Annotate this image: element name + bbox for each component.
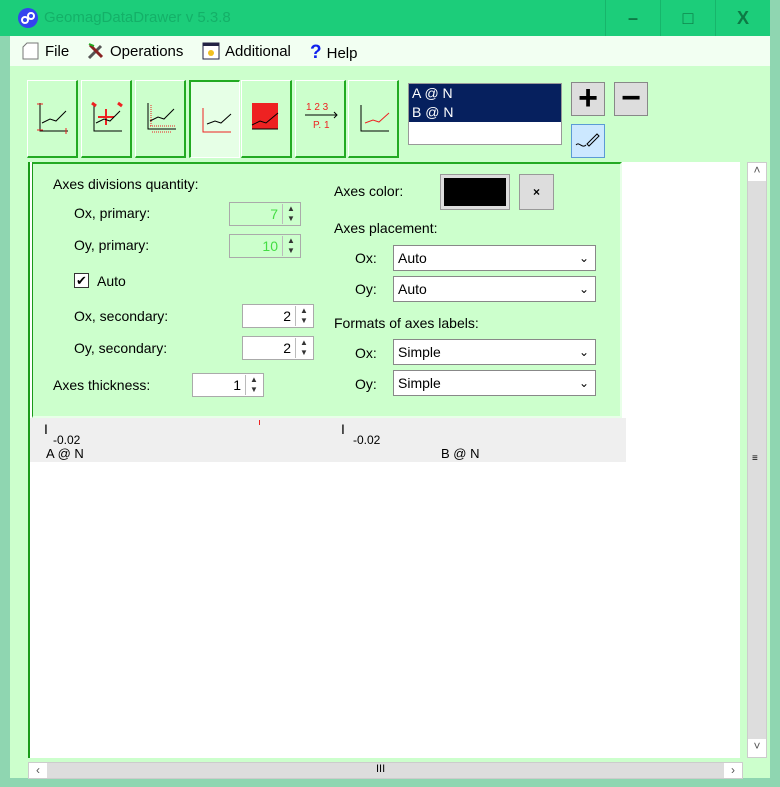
add-series-button[interactable]: + [571, 81, 605, 116]
series-item[interactable]: A @ N [409, 84, 561, 103]
auto-checkbox[interactable]: ✔ [74, 273, 89, 288]
menu-additional[interactable]: Additional [202, 42, 291, 60]
axes-color-button[interactable] [440, 174, 510, 210]
format-ox-label: Ox: [355, 345, 377, 361]
red-tick-mark [259, 420, 260, 425]
chevron-down-icon: ⌄ [578, 251, 589, 265]
format-oy-label: Oy: [355, 376, 377, 392]
series-list[interactable]: A @ N B @ N [408, 83, 562, 145]
menu-help[interactable]: ? Help [310, 42, 357, 64]
spin-arrows-icon[interactable]: ▲ ▼ [245, 375, 262, 395]
thickness-label: Axes thickness: [53, 377, 151, 393]
spin-arrows-icon[interactable]: ▲ ▼ [295, 306, 312, 326]
toolbar-axes-scale-button[interactable] [27, 80, 78, 158]
plot-axes-strip [30, 418, 626, 462]
horizontal-scrollbar[interactable]: ‹ III › [28, 762, 743, 779]
color-swatch [444, 178, 506, 206]
format-ox-select[interactable]: Simple ⌄ [393, 339, 596, 365]
placement-oy-label: Oy: [355, 281, 377, 297]
pen-draw-icon [575, 133, 600, 147]
vertical-scrollbar[interactable]: ˄ ≡ ˅ [747, 162, 767, 758]
toolbar-axes-settings-button[interactable] [189, 80, 240, 158]
toolbar-line-style-button[interactable] [348, 80, 399, 158]
a-axis-tick-label: -0.02 [53, 433, 81, 447]
ox-secondary-spinner[interactable]: 2 ▲ ▼ [242, 304, 314, 328]
scroll-thumb-grip-icon[interactable]: ≡ [752, 453, 758, 464]
axes-icon [202, 108, 232, 133]
chevron-down-icon: ⌄ [578, 345, 589, 359]
ox-primary-label: Ox, primary: [74, 205, 151, 221]
numbering-icon: 1 2 3 P. 1 [305, 102, 338, 131]
axes-color-label: Axes color: [334, 183, 404, 199]
toolbar-labels-button[interactable]: 1 2 3 P. 1 [295, 80, 346, 158]
scroll-thumb-grip-icon[interactable]: III [376, 763, 385, 775]
toolbar-move-button[interactable] [81, 80, 132, 158]
file-icon [22, 42, 39, 60]
chevron-down-icon: ⌄ [578, 376, 589, 390]
b-series-label: B @ N [441, 446, 480, 461]
axis-tick-mark: I [341, 421, 345, 437]
axis-tick-mark: I [44, 421, 48, 437]
scroll-up-icon[interactable]: ˄ [748, 163, 766, 181]
oy-primary-label: Oy, primary: [74, 237, 150, 253]
remove-series-button[interactable]: − [614, 81, 648, 116]
maximize-button[interactable]: □ [660, 0, 715, 36]
format-oy-select[interactable]: Simple ⌄ [393, 370, 596, 396]
spin-arrows-icon[interactable]: ▲ ▼ [295, 338, 312, 358]
placement-oy-select[interactable]: Auto ⌄ [393, 276, 596, 302]
close-button[interactable]: X [715, 0, 770, 36]
oy-secondary-label: Oy, secondary: [74, 340, 168, 356]
divisions-title: Axes divisions quantity: [53, 176, 199, 192]
scroll-left-icon[interactable]: ‹ [29, 763, 47, 778]
placement-ox-label: Ox: [355, 250, 377, 266]
line-style-icon [360, 105, 390, 132]
scroll-down-icon[interactable]: ˅ [748, 739, 766, 757]
series-item[interactable]: B @ N [409, 103, 561, 122]
move-zoom-icon [91, 101, 123, 132]
oy-secondary-spinner[interactable]: 2 ▲ ▼ [242, 336, 314, 360]
grid-lines-icon [147, 103, 176, 133]
placement-title: Axes placement: [334, 220, 438, 236]
window-icon [202, 42, 220, 60]
formats-title: Formats of axes labels: [334, 315, 479, 331]
oy-primary-spinner[interactable]: 10 ▲ ▼ [229, 234, 301, 258]
window-title: GeomagDataDrawer v 5.3.8 [44, 9, 231, 26]
tools-icon [87, 43, 104, 60]
spin-arrows-icon[interactable]: ▲ ▼ [282, 204, 299, 224]
thickness-spinner[interactable]: 1 ▲ ▼ [192, 373, 264, 397]
auto-label: Auto [97, 273, 126, 289]
spin-arrows-icon[interactable]: ▲ ▼ [282, 236, 299, 256]
a-series-label: A @ N [46, 446, 84, 461]
minimize-button[interactable]: – [605, 0, 660, 36]
menu-file[interactable]: File [22, 42, 69, 60]
app-logo-icon [18, 8, 38, 28]
placement-ox-select[interactable]: Auto ⌄ [393, 245, 596, 271]
menu-operations[interactable]: Operations [87, 42, 183, 60]
clear-color-button[interactable]: × [519, 174, 554, 210]
ox-primary-spinner[interactable]: 7 ▲ ▼ [229, 202, 301, 226]
scroll-right-icon[interactable]: › [724, 763, 742, 778]
ox-secondary-label: Ox, secondary: [74, 308, 169, 324]
svg-text:1 2 3: 1 2 3 [306, 102, 329, 113]
b-axis-tick-label: -0.02 [353, 433, 381, 447]
toolbar-fill-button[interactable] [241, 80, 292, 158]
chevron-down-icon: ⌄ [578, 282, 589, 296]
axes-scale-icon [37, 103, 68, 134]
help-icon: ? [310, 42, 322, 63]
fill-area-icon [251, 103, 279, 130]
draw-button[interactable] [571, 124, 605, 158]
svg-text:P. 1: P. 1 [313, 120, 330, 131]
toolbar-grid-button[interactable] [135, 80, 186, 158]
